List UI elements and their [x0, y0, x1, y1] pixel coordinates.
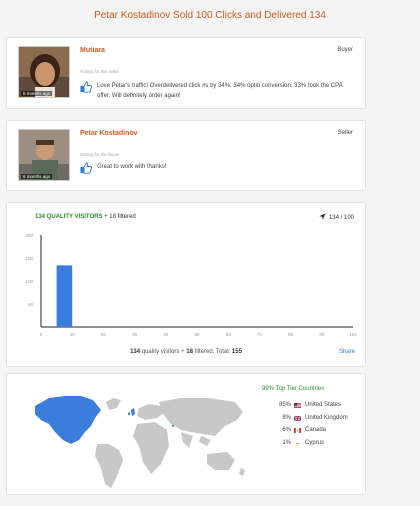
y-tick-label: 50: [28, 302, 34, 307]
filtered-label: + 18 filtered: [104, 214, 136, 220]
y-tick-label: 200: [25, 233, 33, 238]
quality-visitors-header: 134 QUALITY VISITORS + 18 filtered: [35, 214, 136, 220]
review-text: Great to work with thanks!: [97, 164, 167, 170]
rating-label: Rating for the seller: [80, 69, 120, 74]
navigation-arrow-icon: [319, 213, 326, 220]
review-card-buyer: 6 months ago Mutiara Buyer Rating for th…: [6, 37, 366, 109]
reviewer-name[interactable]: Mutiara: [80, 47, 105, 54]
summary-filtered-text: filtered.: [194, 349, 215, 355]
role-label: Seller: [337, 130, 353, 136]
us-flag-icon: [294, 403, 301, 408]
summary-filtered-num: 18: [186, 349, 193, 355]
page-title: Petar Kostadinov Sold 100 Clicks and Del…: [94, 10, 326, 21]
map-land-base: [95, 398, 245, 488]
rating-label: Rating for the buyer: [80, 152, 120, 157]
country-pct: 1%: [282, 439, 291, 446]
x-tick-label: 80: [288, 332, 294, 337]
clicks-bar-chart: 200 150 100 50 0 10 20 30 40 50 60 70 80 90 100: [25, 233, 357, 337]
x-tick-label: 50: [194, 332, 200, 337]
x-tick-label: 20: [101, 332, 107, 337]
x-tick-label: 100: [349, 332, 357, 337]
geo-card: 99% Top Tier Countries 85% United States…: [6, 373, 366, 495]
click-count-value: 134 / 100: [328, 215, 354, 221]
x-tick-label: 30: [132, 332, 138, 337]
top-tier-label: 99% Top Tier Countries: [262, 386, 325, 392]
gb-flag-icon: [294, 415, 301, 421]
review-text: Love Petar's traffic! Overdelivered clic…: [97, 83, 343, 99]
y-tick-label: 100: [25, 279, 33, 284]
summary-quality-text: quality visitors: [141, 349, 180, 355]
traffic-stats-card: 134 QUALITY VISITORS + 18 filtered 134 /…: [6, 202, 366, 367]
summary-quality-num: 134: [130, 349, 141, 355]
click-count: 134 / 100: [319, 213, 354, 221]
country-pct: 85%: [278, 402, 291, 408]
role-label: Buyer: [337, 47, 353, 53]
country-pct: 6%: [282, 427, 291, 433]
x-tick-label: 40: [163, 332, 169, 337]
time-ago: 6 months ago: [21, 91, 53, 96]
country-name: United Kingdom: [305, 414, 348, 421]
summary-total: 155: [231, 349, 242, 355]
x-tick-label: 0: [40, 332, 43, 337]
reviewer-name[interactable]: Petar Kostadinov: [80, 130, 138, 137]
x-tick-label: 60: [226, 332, 232, 337]
x-tick-label: 10: [70, 332, 76, 337]
time-ago: 6 months ago: [21, 174, 53, 179]
x-tick-label: 70: [257, 332, 263, 337]
world-map: [35, 396, 245, 488]
bar: [56, 265, 73, 327]
review-card-seller: 6 months ago Petar Kostadinov Seller Rat…: [6, 120, 366, 191]
summary-total-label: Total:: [215, 349, 231, 355]
avatar[interactable]: 6 months ago: [18, 46, 70, 98]
thumbs-up-icon: [80, 81, 92, 93]
ca-flag-icon: [294, 428, 301, 433]
y-tick-label: 150: [25, 256, 33, 261]
share-link[interactable]: Share: [339, 349, 355, 355]
country-name: Cyprus: [305, 439, 325, 446]
cy-flag-icon: [294, 440, 301, 446]
country-name: Canada: [305, 427, 327, 433]
x-tick-label: 90: [319, 332, 325, 337]
country-pct: 8%: [282, 414, 291, 421]
country-name: United States: [305, 402, 342, 408]
quality-visitors-label: 134 QUALITY VISITORS: [35, 214, 103, 220]
summary-plus: +: [181, 349, 185, 355]
traffic-summary: 134 quality visitors + 18 filtered. Tota…: [7, 349, 365, 355]
thumbs-up-icon: [80, 162, 92, 174]
avatar[interactable]: 6 months ago: [18, 129, 70, 181]
